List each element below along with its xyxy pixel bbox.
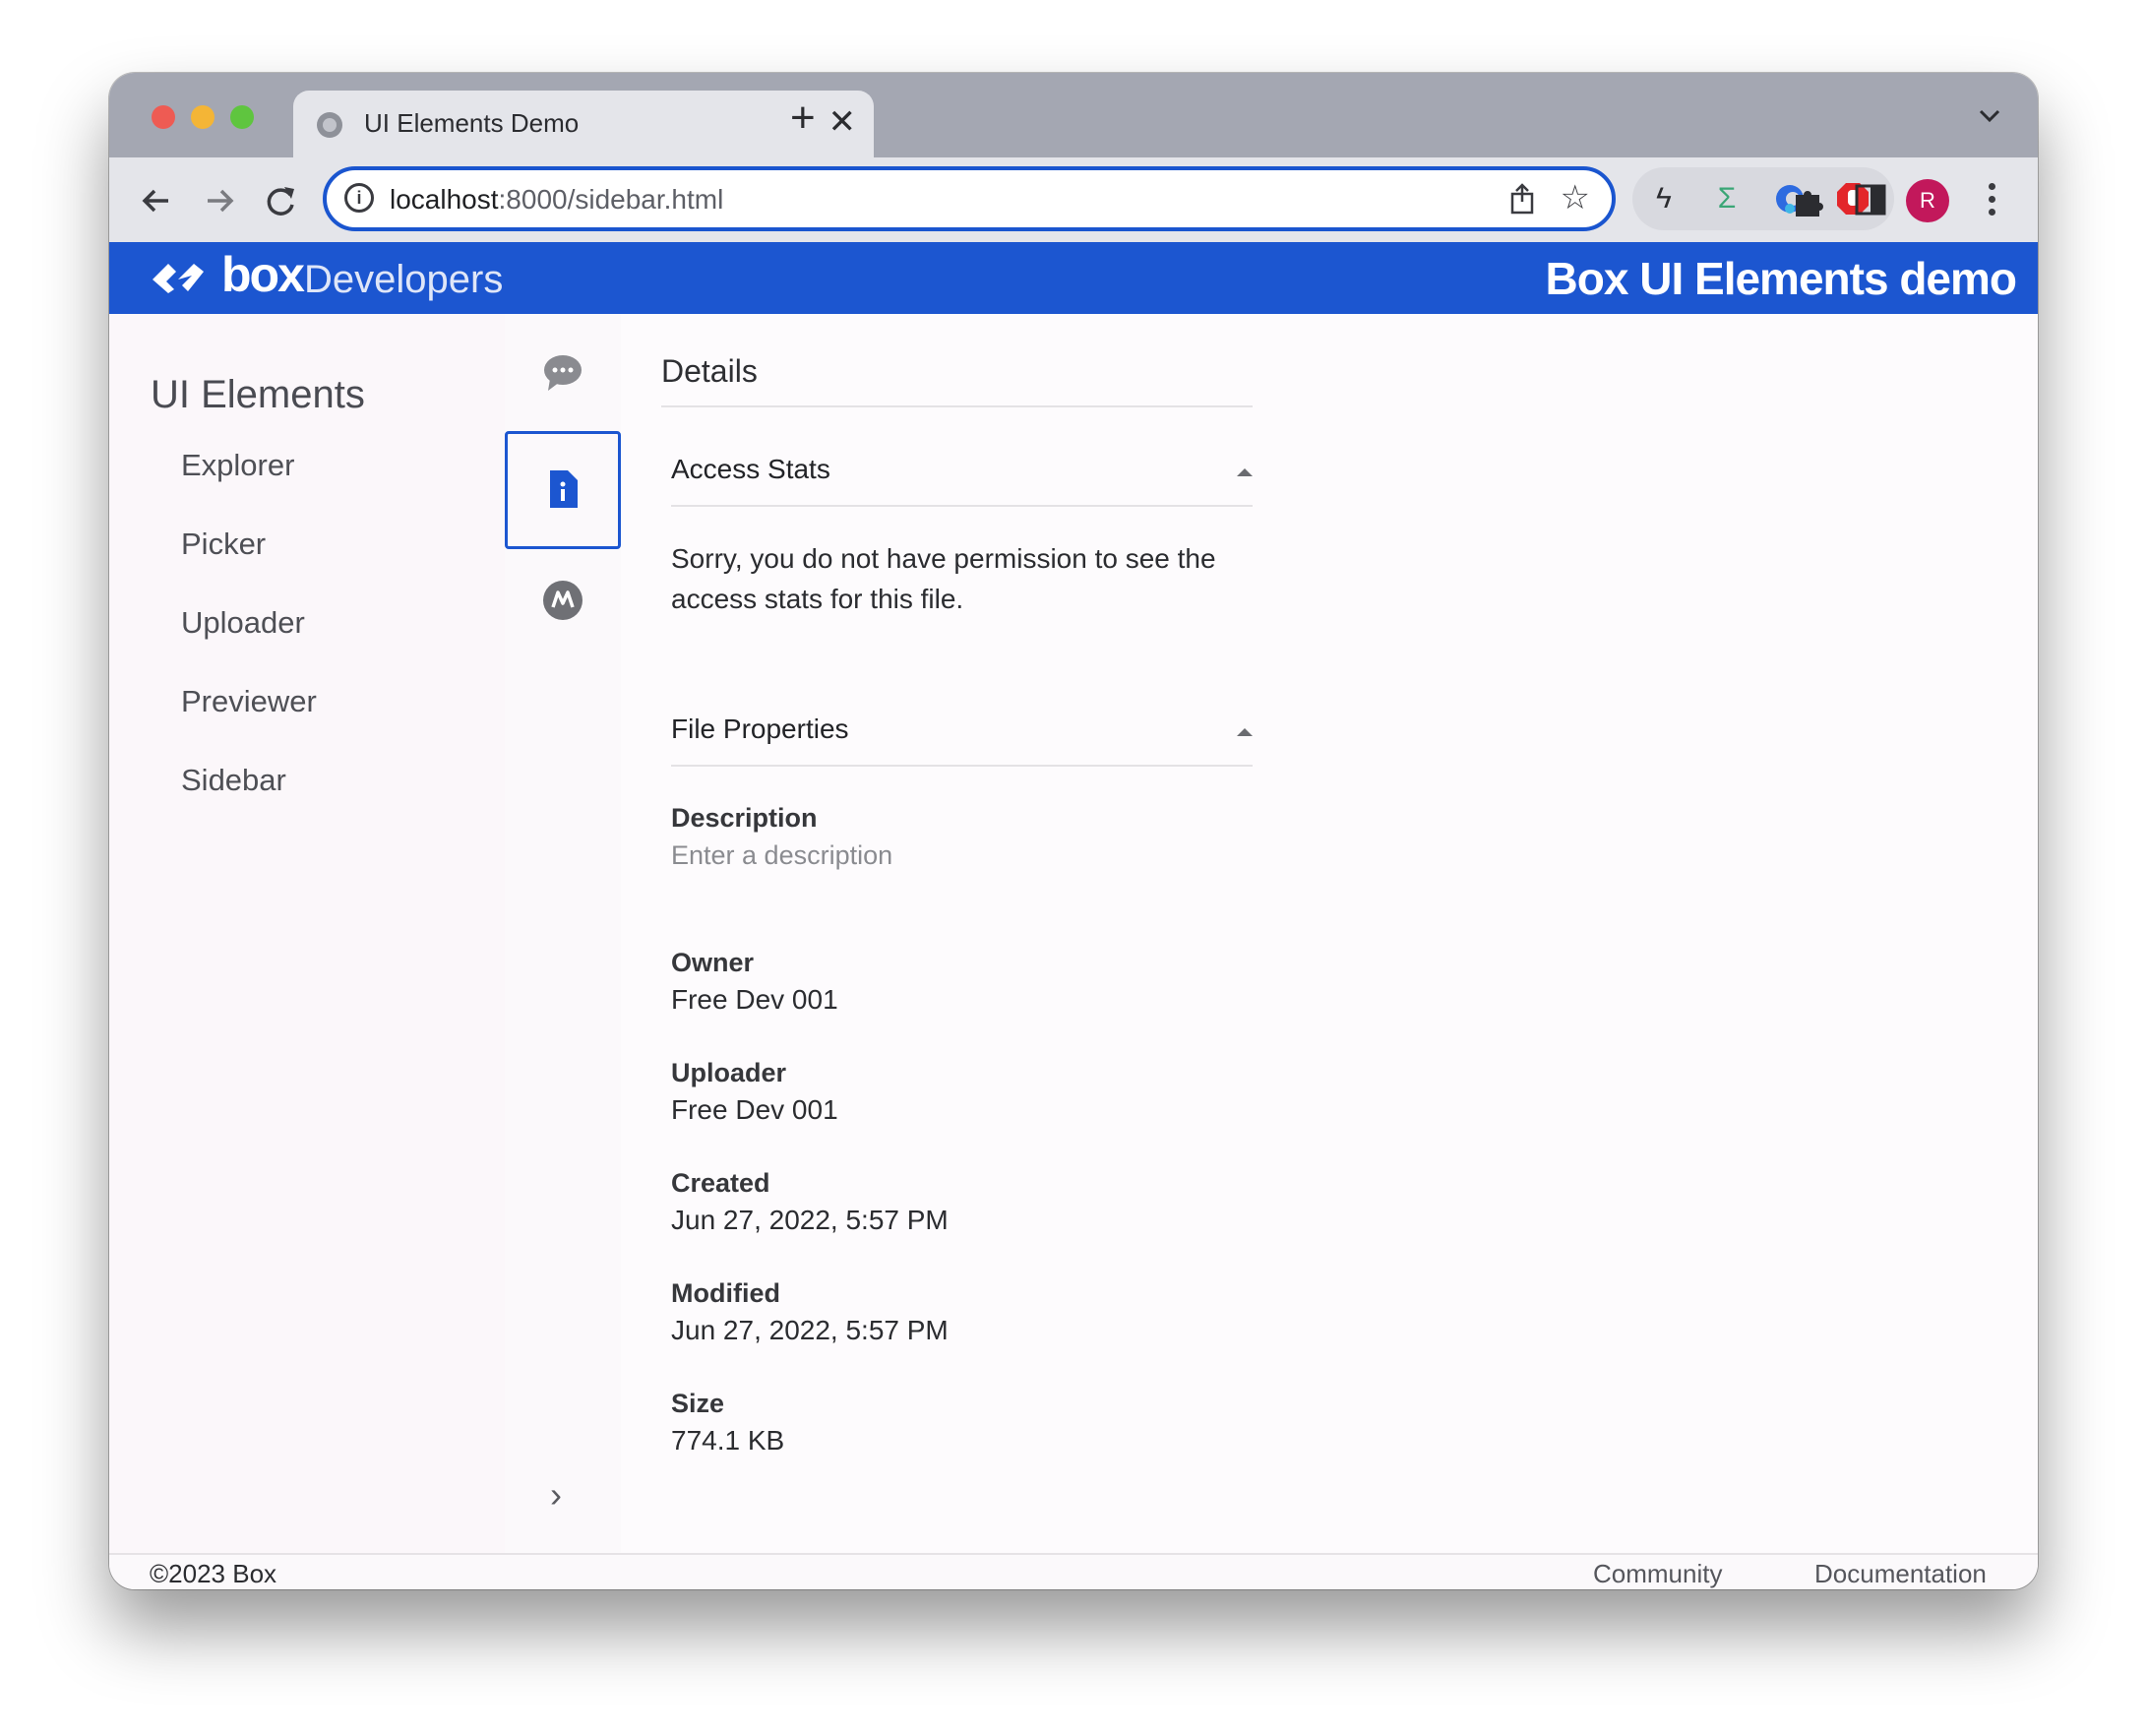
new-tab-button[interactable]: + [790,96,816,140]
nav-item-sidebar[interactable]: Sidebar [181,763,286,798]
details-title: Details [661,353,758,389]
section-divider [671,505,1253,507]
bolt-extension-icon[interactable]: ϟ [1646,181,1682,217]
nav-item-uploader[interactable]: Uploader [181,605,305,641]
metadata-icon [543,581,583,620]
kebab-menu-icon[interactable] [1984,179,1999,222]
access-stats-heading[interactable]: Access Stats [671,454,830,485]
copyright-text: ©2023 Box [150,1559,277,1588]
sidebar-icon-rail: › [505,314,623,1553]
collapse-caret-icon[interactable] [1237,468,1253,476]
created-value: Jun 27, 2022, 5:57 PM [671,1205,949,1235]
divider [661,405,1253,407]
metadata-tab-button[interactable] [505,548,621,666]
access-stats-message: Sorry, you do not have permission to see… [671,543,1216,614]
section-divider [671,765,1253,767]
description-label: Description [671,803,818,833]
page-footer: ©2023 Box Community Documentation [109,1553,2038,1589]
globe-icon [317,112,342,138]
forward-icon[interactable] [198,179,241,222]
side-panel-icon[interactable] [1854,183,1887,217]
size-value: 774.1 KB [671,1425,785,1456]
browser-toolbar: i localhost:8000/sidebar.html ☆ ϟ Σ R [109,157,2038,242]
share-icon[interactable] [1507,182,1537,216]
nav-item-explorer[interactable]: Explorer [181,448,294,483]
nav-heading: UI Elements [151,373,365,416]
modified-value: Jun 27, 2022, 5:57 PM [671,1315,949,1345]
left-navigation: UI Elements Explorer Picker Uploader Pre… [109,314,507,1553]
minimize-window-button[interactable] [191,105,215,129]
activity-tab-button[interactable] [505,314,621,432]
logo-developers-text: Developers [304,258,504,301]
details-panel: Details Access Stats Sorry, you do not h… [621,314,2038,1553]
back-icon[interactable] [135,179,178,222]
browser-window: UI Elements Demo ✕ + i localhost:8000/si… [109,73,2038,1589]
community-link[interactable]: Community [1593,1559,1722,1589]
documentation-link[interactable]: Documentation [1814,1559,1987,1589]
uploader-label: Uploader [671,1058,787,1087]
tab-search-chevron-icon[interactable] [1975,100,2004,130]
nav-item-previewer[interactable]: Previewer [181,684,317,719]
file-properties-heading[interactable]: File Properties [671,713,849,745]
details-tab-button[interactable] [505,431,621,549]
file-info-icon [550,470,578,508]
description-field[interactable]: Enter a description [671,840,892,871]
tab-title: UI Elements Demo [364,108,580,138]
owner-label: Owner [671,948,755,977]
profile-avatar[interactable]: R [1906,179,1949,222]
box-logo-mark-icon [153,264,204,293]
page-title: Box UI Elements demo [1545,253,2017,304]
modified-label: Modified [671,1278,780,1308]
comment-icon [544,355,582,391]
sigma-extension-icon[interactable]: Σ [1709,181,1745,217]
size-label: Size [671,1389,725,1418]
uploader-value: Free Dev 001 [671,1094,838,1125]
tab-strip: UI Elements Demo ✕ + [109,73,2038,157]
close-window-button[interactable] [152,105,175,129]
owner-value: Free Dev 001 [671,984,838,1015]
url-text[interactable]: localhost:8000/sidebar.html [390,184,723,216]
created-label: Created [671,1168,770,1198]
address-bar[interactable]: i localhost:8000/sidebar.html ☆ [323,166,1616,231]
bookmark-star-icon[interactable]: ☆ [1561,180,1590,216]
expand-chevron-icon[interactable]: › [550,1474,562,1516]
browser-tab[interactable]: UI Elements Demo ✕ [293,91,874,157]
site-info-icon[interactable]: i [344,183,374,213]
nav-item-picker[interactable]: Picker [181,527,266,562]
collapse-caret-icon[interactable] [1237,728,1253,736]
app-header: box Developers Box UI Elements demo [109,242,2038,314]
logo-box-text: box [221,247,305,302]
reload-icon[interactable] [259,179,302,222]
maximize-window-button[interactable] [230,105,254,129]
puzzle-extensions-icon[interactable] [1790,181,1827,218]
tab-close-icon[interactable]: ✕ [828,102,857,142]
